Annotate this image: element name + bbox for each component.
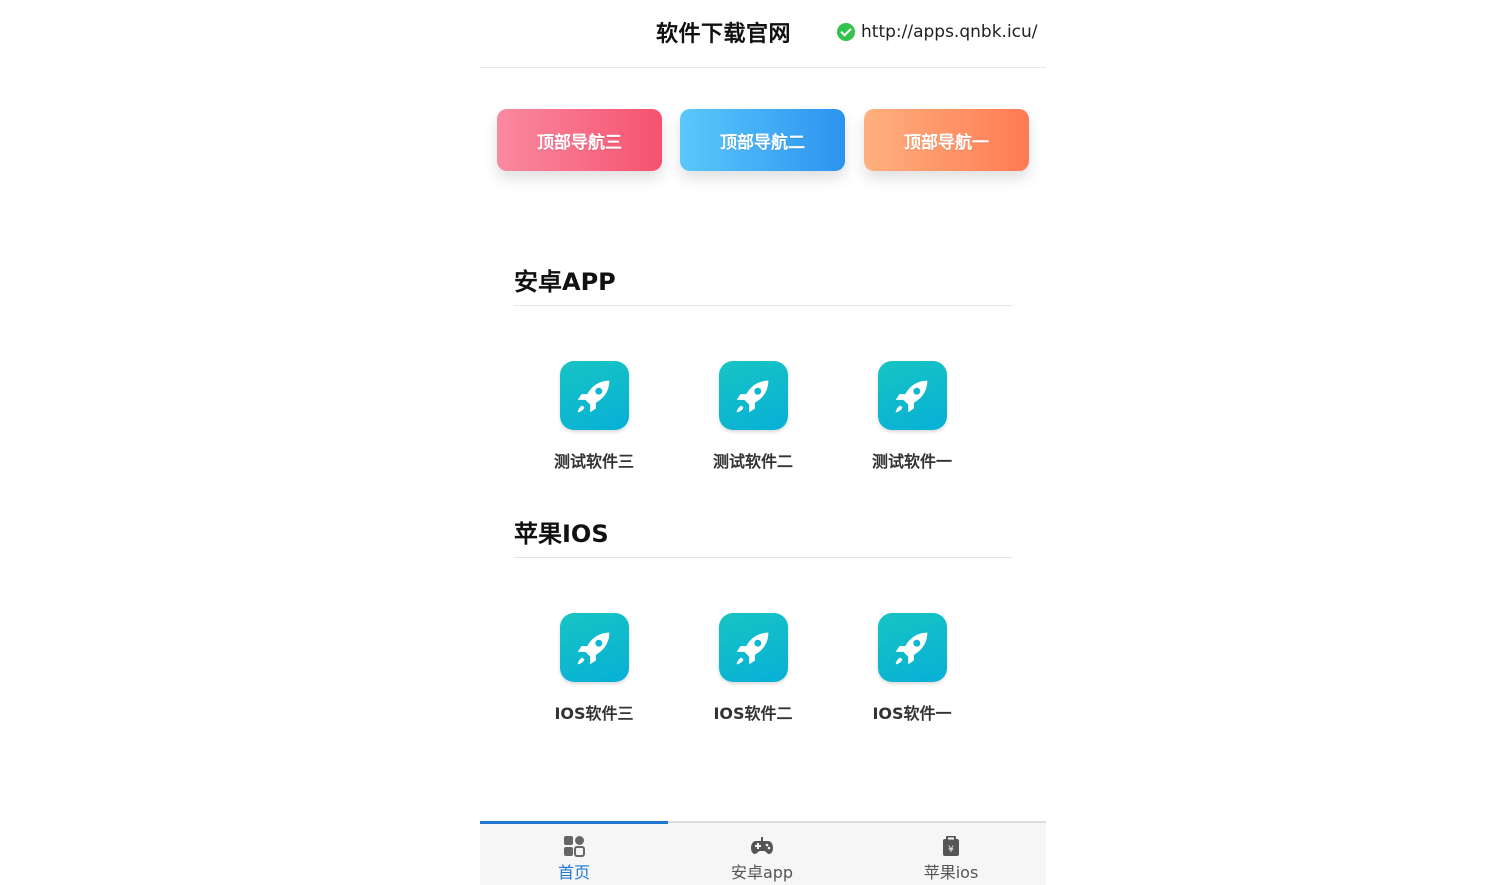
site-url-text[interactable]: http://apps.qnbk.icu/ (861, 22, 1038, 42)
app-name: IOS软件三 (554, 704, 634, 723)
tab-label: 首页 (557, 863, 590, 882)
app-name: IOS软件一 (872, 704, 952, 723)
tab-home[interactable]: 首页 (480, 821, 668, 885)
store-icon: ¥ (943, 836, 959, 856)
rocket-icon[interactable] (559, 361, 629, 430)
grid-icon (564, 836, 585, 857)
top-nav-button-1[interactable]: 顶部导航一 (864, 109, 1029, 171)
app-name: 测试软件二 (712, 452, 793, 471)
tab-label: 苹果ios (923, 863, 979, 882)
site-title: 软件下载官网 (656, 22, 792, 47)
site-url[interactable]: http://apps.qnbk.icu/ (837, 21, 1038, 43)
check-circle-icon (837, 23, 855, 41)
rocket-icon[interactable] (718, 613, 788, 682)
section-title-ios: 苹果IOS (514, 514, 1012, 558)
svg-text:¥: ¥ (948, 845, 954, 855)
app-item[interactable]: 测试软件一 (842, 361, 982, 472)
app-item[interactable]: 测试软件三 (524, 361, 664, 472)
app-name: 测试软件三 (553, 452, 634, 471)
app-grid-android: 测试软件三 测试软件二 测试软件一 (514, 361, 1012, 481)
top-nav: 顶部导航三 顶部导航二 顶部导航一 (497, 109, 1029, 171)
page: 软件下载官网 http://apps.qnbk.icu/ 顶部导航三 顶部导航二… (480, 0, 1046, 885)
top-nav-button-3[interactable]: 顶部导航三 (497, 109, 662, 171)
rocket-icon[interactable] (877, 613, 947, 682)
app-item[interactable]: IOS软件三 (524, 613, 664, 724)
app-grid-ios: IOS软件三 IOS软件二 IOS软件一 (514, 613, 1012, 733)
tab-ios[interactable]: ¥ 苹果ios (857, 821, 1045, 885)
rocket-icon[interactable] (877, 361, 947, 430)
rocket-icon[interactable] (559, 613, 629, 682)
app-item[interactable]: IOS软件一 (842, 613, 982, 724)
gamepad-icon (751, 837, 773, 854)
tab-android[interactable]: 安卓app (668, 821, 856, 885)
bottom-tab-bar: 首页 安卓app ¥ 苹果ios (480, 821, 1046, 885)
app-item[interactable]: 测试软件二 (683, 361, 823, 472)
app-item[interactable]: IOS软件二 (683, 613, 823, 724)
header: 软件下载官网 http://apps.qnbk.icu/ (480, 0, 1046, 68)
app-name: IOS软件二 (713, 704, 793, 723)
rocket-icon[interactable] (718, 361, 788, 430)
section-title-android: 安卓APP (514, 262, 1012, 306)
app-name: 测试软件一 (871, 452, 952, 471)
tab-label: 安卓app (730, 863, 794, 882)
top-nav-button-2[interactable]: 顶部导航二 (680, 109, 845, 171)
